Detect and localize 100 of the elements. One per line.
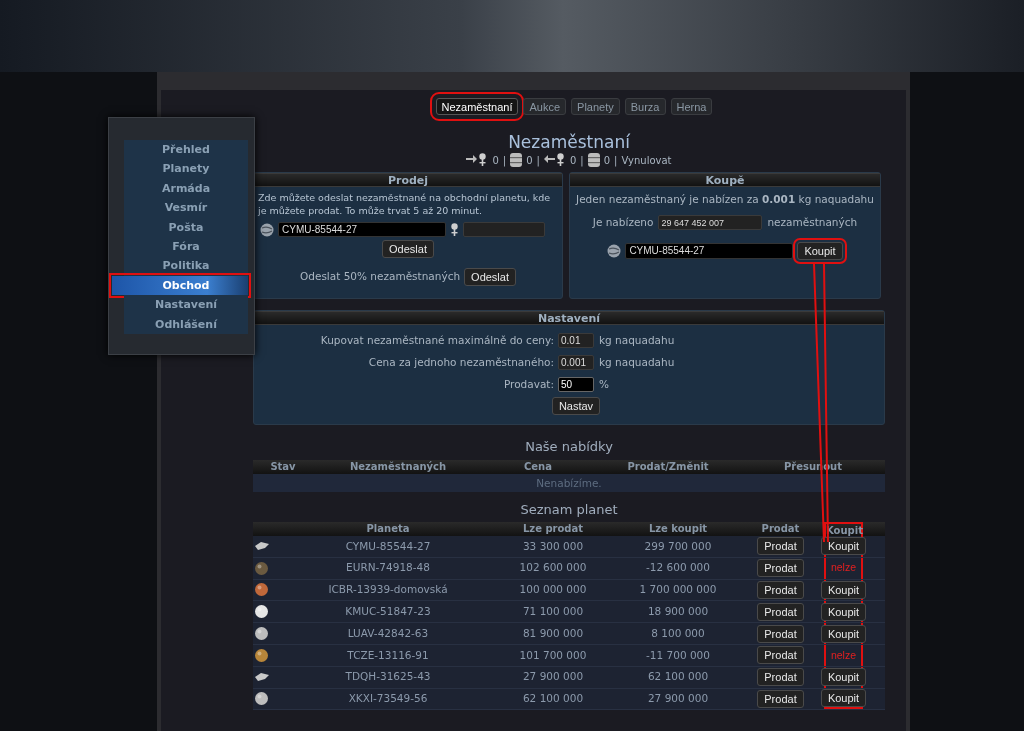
column-header: Nezaměstnaných bbox=[348, 460, 448, 474]
buy-button[interactable]: Koupit bbox=[820, 581, 867, 599]
separator: | bbox=[536, 153, 540, 168]
sellable-count: 101 700 000 bbox=[518, 647, 588, 663]
empty-message: Nenabízíme. bbox=[535, 476, 603, 491]
sell-button[interactable]: Prodat bbox=[757, 624, 804, 643]
sellable-count: 100 000 000 bbox=[518, 582, 588, 598]
column-header: Cena bbox=[523, 460, 553, 474]
section-title: Naše nabídky bbox=[524, 439, 614, 455]
stat-count: 0 bbox=[526, 153, 533, 168]
planet-field[interactable]: CYMU-85544-27 bbox=[278, 222, 446, 237]
buyable-count: 1 700 000 000 bbox=[638, 582, 718, 598]
buyable-count: 8 100 000 bbox=[650, 625, 706, 641]
planet-icon bbox=[255, 627, 268, 641]
set-button[interactable]: Nastav bbox=[551, 397, 601, 416]
sidebar-item[interactable]: Pošta bbox=[124, 217, 248, 237]
tab[interactable]: Aukce bbox=[523, 98, 567, 115]
tab[interactable]: Burza bbox=[624, 98, 666, 115]
sidebar-item[interactable]: Obchod bbox=[112, 275, 248, 296]
sidebar-item[interactable]: Politika bbox=[124, 256, 248, 276]
offered-label: Je nabízeno bbox=[592, 214, 654, 230]
column-header: Lze prodat bbox=[521, 522, 585, 536]
sidebar-item[interactable]: Přehled bbox=[124, 140, 248, 160]
column-header: Prodat/Změnit bbox=[626, 460, 710, 474]
planet-name: XKXI-73549-56 bbox=[347, 691, 429, 707]
offered-unit: nezaměstnaných bbox=[767, 214, 858, 230]
planet-name: KMUC-51847-23 bbox=[344, 603, 432, 619]
barrel-icon bbox=[587, 153, 600, 167]
globe-icon bbox=[260, 222, 274, 237]
separator: | bbox=[580, 153, 584, 168]
column-header: Prodat bbox=[760, 522, 801, 536]
sidebar-item[interactable]: Odhlášení bbox=[124, 314, 248, 334]
unit-label: kg naquadahu bbox=[599, 333, 675, 348]
sidebar-item[interactable]: Vesmír bbox=[124, 198, 248, 218]
globe-icon bbox=[607, 243, 622, 258]
sell-button[interactable]: Prodat bbox=[757, 537, 804, 556]
barrel-icon bbox=[510, 153, 523, 167]
buy-button[interactable]: Koupit bbox=[820, 537, 867, 556]
sellable-count: 81 900 000 bbox=[521, 625, 585, 641]
sidebar-item[interactable]: Armáda bbox=[124, 178, 248, 199]
buyable-count: 62 100 000 bbox=[646, 669, 710, 685]
planet-icon bbox=[255, 605, 268, 619]
stat-count: 0 bbox=[492, 153, 499, 168]
buy-price-text: Jeden nezaměstnaný je nabízen za 0.001 kg naquadahu bbox=[574, 192, 875, 207]
column-header: Lze koupit bbox=[647, 522, 709, 536]
planet-icon bbox=[255, 583, 268, 597]
panel-header: Prodej bbox=[254, 173, 562, 187]
unavailable-label: nelze bbox=[830, 560, 857, 576]
unit-label: kg naquadahu bbox=[599, 354, 675, 370]
unit-label: % bbox=[599, 376, 609, 392]
panel-header: Nastavení bbox=[254, 311, 884, 325]
buyable-count: 299 700 000 bbox=[643, 538, 713, 554]
sell-button[interactable]: Prodat bbox=[757, 559, 804, 578]
asteroid-icon bbox=[255, 673, 269, 682]
sidebar-item[interactable]: Fóra bbox=[124, 236, 248, 257]
column-header: Planeta bbox=[365, 522, 411, 536]
sellable-count: 62 100 000 bbox=[521, 691, 585, 707]
column-header: Stav bbox=[269, 460, 297, 474]
send-half-button[interactable]: Odeslat bbox=[464, 268, 516, 286]
setting-label: Prodavat: bbox=[502, 376, 554, 392]
sidebar-item[interactable]: Planety bbox=[124, 159, 248, 179]
sell-description: Zde můžete odeslat nezaměstnané na obchodní planetu, kde je můžete prodat. To může trvat 5 až 20 minut. bbox=[257, 191, 552, 217]
setting-label: Cena za jednoho nezaměstnaného: bbox=[367, 354, 554, 370]
planet-name: EURN-74918-48 bbox=[345, 560, 431, 576]
page-title: Nezaměstnaní bbox=[507, 132, 631, 152]
sell-button[interactable]: Prodat bbox=[757, 689, 804, 708]
planet-name: TCZE-13116-91 bbox=[346, 647, 430, 663]
sellable-count: 71 100 000 bbox=[521, 603, 585, 619]
setting-label: Kupovat nezaměstnané maximálně do ceny: bbox=[319, 333, 554, 348]
offered-field[interactable]: 29 647 452 007 bbox=[658, 215, 763, 231]
sell-button[interactable]: Prodat bbox=[757, 602, 804, 621]
send-half-label: Odeslat 50% nezaměstnaných bbox=[300, 269, 461, 285]
buy-button[interactable]: Koupit bbox=[820, 602, 867, 621]
tab[interactable]: Herna bbox=[670, 98, 713, 115]
sidebar-item[interactable]: Nastavení bbox=[124, 295, 248, 315]
planet-name: TDQH-31625-43 bbox=[344, 669, 432, 685]
reset-link[interactable]: Vynulovat bbox=[621, 152, 672, 168]
asteroid-icon bbox=[255, 542, 269, 551]
separator: | bbox=[614, 153, 618, 168]
section-title: Seznam planet bbox=[519, 502, 619, 518]
stat-count: 0 bbox=[603, 153, 611, 168]
send-button[interactable]: Odeslat bbox=[382, 240, 434, 258]
sell-button[interactable]: Prodat bbox=[757, 646, 804, 665]
panel-header: Koupě bbox=[570, 173, 880, 187]
separator: | bbox=[502, 153, 507, 168]
setting-field[interactable]: 50 bbox=[558, 376, 594, 392]
buyable-count: -12 600 000 bbox=[645, 560, 711, 576]
planet-field[interactable]: CYMU-85544-27 bbox=[625, 242, 794, 259]
sell-button[interactable]: Prodat bbox=[757, 581, 804, 599]
sell-button[interactable]: Prodat bbox=[757, 668, 804, 687]
buyable-count: 18 900 000 bbox=[646, 603, 710, 619]
buy-button[interactable]: Koupit bbox=[820, 624, 867, 643]
planet-name: ICBR-13939-domovská bbox=[327, 582, 449, 598]
setting-field[interactable]: 0.001 bbox=[558, 355, 594, 371]
setting-field[interactable]: 0.01 bbox=[558, 333, 594, 349]
buy-button[interactable]: Koupit bbox=[820, 668, 867, 687]
count-field[interactable] bbox=[463, 222, 545, 237]
tab[interactable]: Planety bbox=[571, 98, 620, 115]
planet-name: CYMU-85544-27 bbox=[344, 538, 432, 554]
planet-icon bbox=[255, 648, 268, 662]
